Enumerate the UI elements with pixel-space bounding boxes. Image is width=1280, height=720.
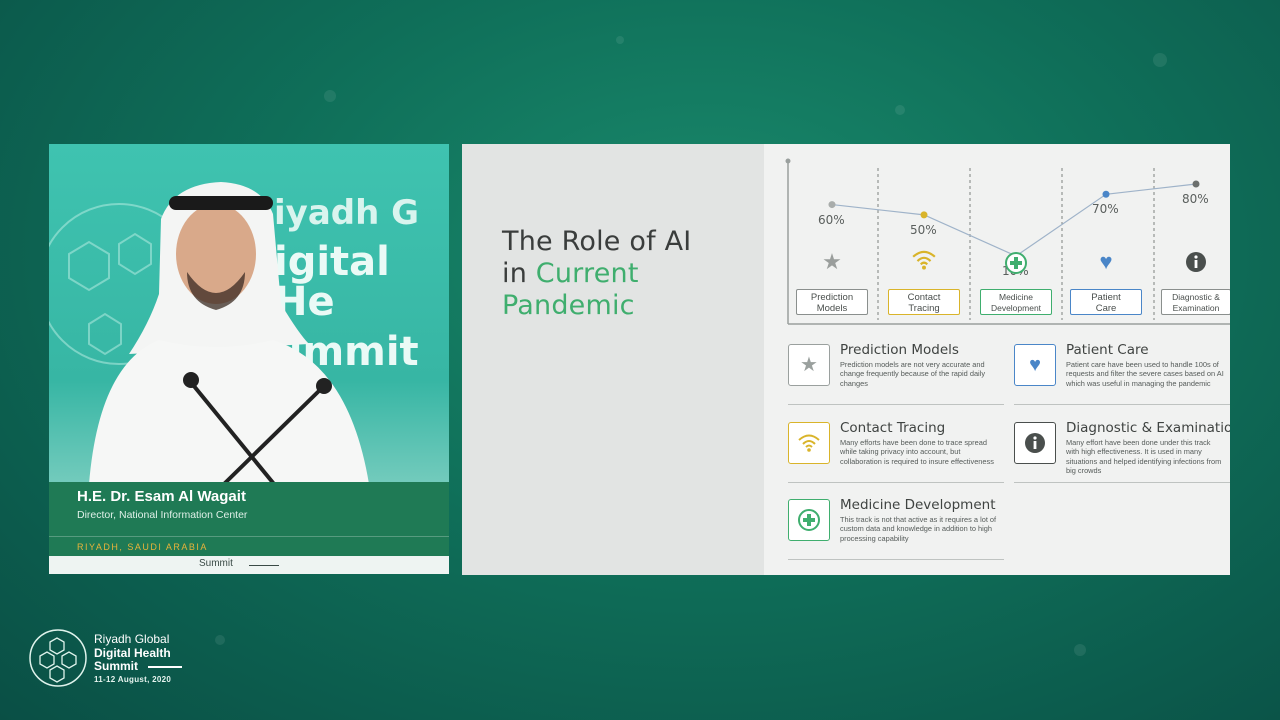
card-description: Many efforts have been done to trace spr… bbox=[840, 438, 994, 466]
heartbeat-icon: ♥ bbox=[1014, 344, 1056, 386]
category-label: Patient Care bbox=[1070, 289, 1142, 315]
card-title: Medicine Development bbox=[840, 497, 996, 513]
strip-text: Summit bbox=[199, 558, 233, 569]
speaker-video: iyadh G igital He ummit - ugust H.E. Dr.… bbox=[49, 144, 449, 574]
logo-dates: 11-12 August, 2020 bbox=[94, 675, 172, 684]
divider bbox=[788, 404, 1004, 405]
title-word-accent: Current bbox=[535, 258, 639, 289]
card-description: Many effort have been done under this tr… bbox=[1066, 438, 1222, 476]
divider bbox=[49, 536, 449, 537]
card-description: This track is not that active as it requ… bbox=[840, 515, 997, 543]
logo-line1: Riyadh Global bbox=[94, 632, 170, 646]
event-logo: Riyadh Global Digital Health Summit 11-1… bbox=[28, 628, 198, 690]
axis-cap bbox=[785, 158, 791, 164]
speaker-lower-third: H.E. Dr. Esam Al Wagait Director, Nation… bbox=[49, 482, 449, 556]
category-label-line: Care bbox=[1095, 303, 1117, 314]
info-icon bbox=[1014, 422, 1056, 464]
divider bbox=[249, 565, 279, 566]
divider bbox=[148, 666, 182, 668]
category-label-line: Medicine bbox=[998, 292, 1034, 302]
title-word: in bbox=[502, 258, 536, 289]
logo-line2: Digital Health bbox=[94, 646, 171, 660]
data-label: 80% bbox=[1182, 192, 1209, 206]
lower-strip: Summit bbox=[49, 556, 449, 574]
info-icon bbox=[1183, 249, 1209, 275]
data-label: 50% bbox=[910, 222, 937, 237]
data-label: 70% bbox=[1092, 202, 1119, 217]
divider bbox=[1014, 482, 1230, 483]
category-label: Diagnostic & Examination bbox=[1161, 289, 1230, 315]
data-point bbox=[828, 201, 836, 209]
presentation-slide: The Role of AI in Current Pandemic 60% 50… bbox=[462, 144, 1230, 575]
category-label-line: Prediction bbox=[810, 292, 854, 303]
speaker-name: H.E. Dr. Esam Al Wagait bbox=[77, 488, 246, 505]
wifi-icon bbox=[788, 422, 830, 464]
category-label-line: Examination bbox=[1172, 303, 1220, 313]
slide-title-panel: The Role of AI in Current Pandemic bbox=[462, 144, 764, 575]
slide-title: The Role of AI in Current Pandemic bbox=[502, 226, 691, 322]
category-label: Medicine Development bbox=[980, 289, 1052, 315]
card-description: Prediction models are not very accurate … bbox=[840, 360, 986, 388]
category-label-line: Development bbox=[990, 303, 1042, 313]
logo-line3: Summit bbox=[94, 659, 139, 673]
data-point bbox=[920, 211, 928, 219]
slide-content-panel: 60%50%10%70%80%★♥PredictionModelsContact… bbox=[764, 144, 1230, 575]
category-label-line: Tracing bbox=[908, 303, 940, 314]
series-line bbox=[831, 183, 1197, 257]
data-label: 60% bbox=[818, 212, 845, 227]
card-title: Contact Tracing bbox=[840, 420, 946, 436]
title-line: in Current bbox=[502, 258, 691, 290]
category-label: Prediction Models bbox=[796, 289, 868, 315]
star-icon: ★ bbox=[822, 249, 842, 274]
card-title: Diagnostic & Examinatio bbox=[1066, 420, 1230, 436]
heartbeat-icon: ♥ bbox=[1099, 249, 1113, 274]
speaker-location: RIYADH, SAUDI ARABIA bbox=[77, 542, 208, 552]
speaker-title: Director, National Information Center bbox=[77, 509, 248, 521]
data-point bbox=[1192, 180, 1200, 188]
medical-cross-icon bbox=[788, 499, 830, 541]
star-icon: ★ bbox=[788, 344, 830, 386]
summit-emblem-icon bbox=[29, 629, 87, 687]
divider bbox=[788, 559, 1004, 560]
category-label-line: Contact bbox=[907, 292, 941, 303]
category-label-line: Diagnostic & bbox=[1172, 292, 1220, 302]
medical-cross-icon bbox=[1003, 249, 1029, 275]
data-point bbox=[1102, 190, 1110, 198]
category-label: Contact Tracing bbox=[888, 289, 960, 315]
category-label-line: Models bbox=[816, 303, 848, 314]
wifi-icon bbox=[911, 249, 937, 275]
category-label-line: Patient bbox=[1091, 292, 1121, 303]
card-title: Prediction Models bbox=[840, 342, 959, 358]
card-title: Patient Care bbox=[1066, 342, 1149, 358]
divider bbox=[1014, 404, 1230, 405]
divider bbox=[788, 482, 1004, 483]
title-line-accent: Pandemic bbox=[502, 290, 635, 321]
title-line: The Role of AI bbox=[502, 226, 692, 257]
card-description: Patient care have been used to handle 10… bbox=[1066, 360, 1224, 388]
